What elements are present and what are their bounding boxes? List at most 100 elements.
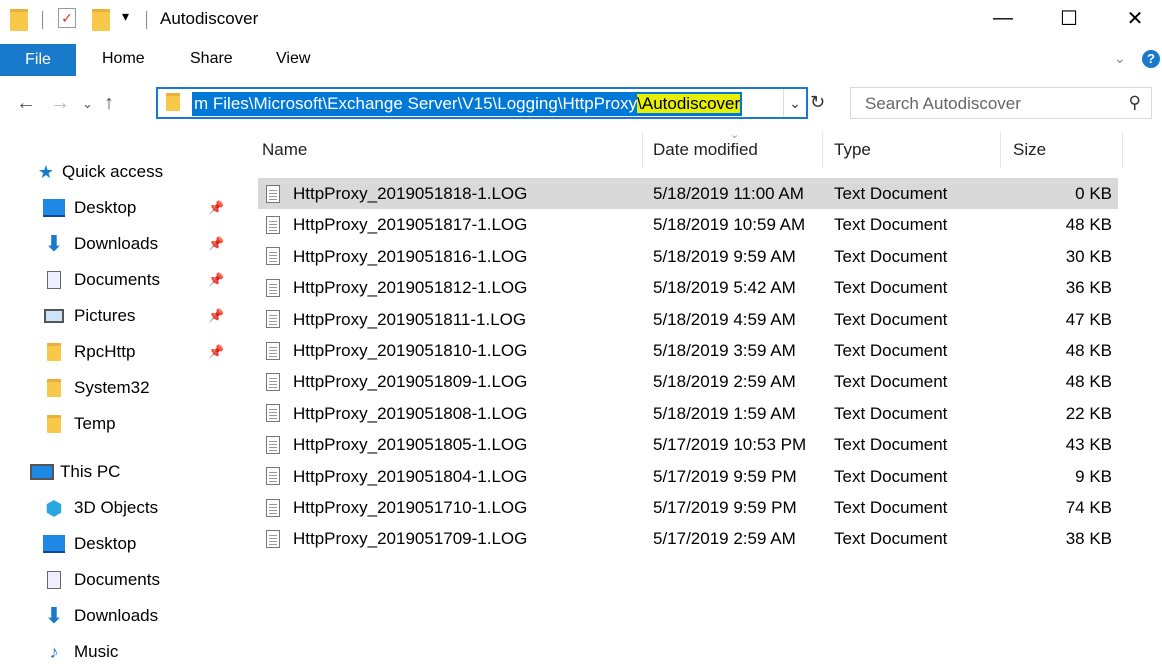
up-arrow-icon[interactable]: ↑ xyxy=(104,92,114,115)
recent-locations-icon[interactable]: ⌄ xyxy=(82,96,93,112)
back-arrow-icon[interactable]: ← xyxy=(16,92,36,115)
sidebar-item-3d-objects[interactable]: ⬢ 3D Objects xyxy=(42,491,158,525)
file-date: 5/18/2019 9:59 AM xyxy=(653,246,796,266)
sidebar-item-label: Desktop xyxy=(74,198,137,217)
address-dropdown-icon[interactable]: ⌄ xyxy=(783,89,806,117)
minimize-button[interactable]: — xyxy=(980,0,1026,36)
address-path[interactable]: m Files\Microsoft\Exchange Server\V15\Lo… xyxy=(192,92,743,116)
sidebar-this-pc[interactable]: This PC xyxy=(30,455,120,489)
sidebar-item-label: Quick access xyxy=(62,162,164,181)
pin-icon[interactable]: 📌 xyxy=(208,272,224,288)
file-type: Text Document xyxy=(834,309,948,329)
search-box[interactable]: Search Autodiscover ⚲ xyxy=(850,87,1152,119)
sidebar-item-label: Documents xyxy=(74,570,160,589)
column-header-type[interactable]: Type xyxy=(834,140,871,160)
text-file-icon xyxy=(266,309,280,329)
column-divider[interactable] xyxy=(822,132,823,168)
file-date: 5/17/2019 9:59 PM xyxy=(653,498,797,517)
sidebar-item-pictures[interactable]: Pictures xyxy=(42,299,135,333)
text-file-icon xyxy=(266,214,280,234)
tab-view[interactable]: View xyxy=(276,50,310,68)
close-button[interactable]: ✕ xyxy=(1112,0,1158,36)
properties-icon[interactable]: ✓ xyxy=(58,8,76,28)
address-bar[interactable]: m Files\Microsoft\Exchange Server\V15\Lo… xyxy=(156,87,808,119)
pin-icon[interactable]: 📌 xyxy=(208,236,224,252)
table-row[interactable]: HttpProxy_2019051810-1.LOG 5/18/2019 3:59… xyxy=(258,335,1118,366)
column-divider[interactable] xyxy=(1122,132,1123,168)
title-bar: ✓ ▾ Autodiscover — ☐ ✕ xyxy=(0,0,1162,40)
sidebar-item-label: Downloads xyxy=(74,606,159,625)
refresh-icon[interactable]: ↻ xyxy=(810,92,825,113)
column-divider[interactable] xyxy=(1000,132,1001,168)
file-date: 5/18/2019 10:59 AM xyxy=(653,215,806,235)
pictures-icon xyxy=(42,306,66,326)
file-tab[interactable]: File xyxy=(0,44,76,76)
search-input[interactable]: Search Autodiscover xyxy=(865,94,1021,114)
sidebar-item-documents-pc[interactable]: Documents xyxy=(42,563,160,597)
file-name: HttpProxy_2019051818-1.LOG xyxy=(293,184,528,203)
pin-icon[interactable]: 📌 xyxy=(208,200,224,216)
table-row[interactable]: HttpProxy_2019051808-1.LOG 5/18/2019 1:59… xyxy=(258,398,1118,429)
file-type: Text Document xyxy=(834,372,948,392)
music-icon: ♪ xyxy=(49,641,59,662)
pin-icon[interactable]: 📌 xyxy=(208,344,224,360)
maximize-button[interactable]: ☐ xyxy=(1046,0,1092,36)
sidebar-item-downloads-pc[interactable]: ⬇ Downloads xyxy=(42,599,158,633)
table-row[interactable]: HttpProxy_2019051804-1.LOG 5/17/2019 9:59… xyxy=(258,461,1118,492)
file-type: Text Document xyxy=(834,435,948,455)
text-file-icon xyxy=(266,371,280,391)
text-file-icon xyxy=(266,277,280,297)
table-row[interactable]: HttpProxy_2019051709-1.LOG 5/17/2019 2:59… xyxy=(258,523,1118,554)
column-header-name[interactable]: Name xyxy=(262,140,307,160)
file-size: 30 KB xyxy=(1065,246,1112,266)
file-date: 5/18/2019 4:59 AM xyxy=(653,309,796,329)
sidebar-item-label: Desktop xyxy=(74,534,137,553)
folder-icon xyxy=(10,9,28,31)
file-name: HttpProxy_2019051812-1.LOG xyxy=(293,278,528,298)
forward-arrow-icon[interactable]: → xyxy=(50,92,70,115)
sidebar-item-music[interactable]: ♪ Music xyxy=(42,635,119,669)
pin-icon[interactable]: 📌 xyxy=(208,308,224,324)
table-row[interactable]: HttpProxy_2019051818-1.LOG 5/18/2019 11:0… xyxy=(258,178,1118,209)
sidebar-item-label: Music xyxy=(74,642,119,661)
file-name: HttpProxy_2019051804-1.LOG xyxy=(293,466,528,486)
sidebar-item-temp[interactable]: Temp xyxy=(42,407,116,441)
file-name: HttpProxy_2019051808-1.LOG xyxy=(293,403,528,423)
table-row[interactable]: HttpProxy_2019051811-1.LOG 5/18/2019 4:59… xyxy=(258,304,1118,335)
table-row[interactable]: HttpProxy_2019051809-1.LOG 5/18/2019 2:59… xyxy=(258,366,1118,397)
expand-ribbon-icon[interactable]: ⌄ xyxy=(1114,50,1126,67)
file-type: Text Document xyxy=(834,278,948,298)
file-size: 22 KB xyxy=(1065,403,1112,423)
sidebar-item-desktop-pc[interactable]: Desktop xyxy=(42,527,136,561)
sidebar-item-downloads[interactable]: ⬇ Downloads xyxy=(42,227,158,261)
column-header-date[interactable]: Date modified xyxy=(653,140,758,160)
customize-toolbar-icon[interactable]: ▾ xyxy=(122,8,129,25)
folder-icon xyxy=(42,378,66,398)
table-row[interactable]: HttpProxy_2019051805-1.LOG 5/17/2019 10:5… xyxy=(258,429,1118,460)
help-icon[interactable]: ? xyxy=(1142,50,1160,68)
new-folder-icon[interactable] xyxy=(92,9,110,31)
sidebar-item-rpchttp[interactable]: RpcHttp xyxy=(42,335,135,369)
table-row[interactable]: HttpProxy_2019051812-1.LOG 5/18/2019 5:42… xyxy=(258,272,1118,303)
column-divider[interactable] xyxy=(642,132,643,168)
file-size: 9 KB xyxy=(1075,466,1112,486)
table-row[interactable]: HttpProxy_2019051710-1.LOG 5/17/2019 9:59… xyxy=(258,492,1118,523)
sidebar-item-label: Pictures xyxy=(74,306,136,325)
tab-share[interactable]: Share xyxy=(190,50,233,68)
search-icon[interactable]: ⚲ xyxy=(1129,93,1141,113)
sidebar-item-documents[interactable]: Documents xyxy=(42,263,160,297)
sidebar-item-system32[interactable]: System32 xyxy=(42,371,150,405)
sidebar-item-desktop[interactable]: Desktop xyxy=(42,191,136,225)
sidebar-item-label: This PC xyxy=(60,462,121,481)
file-date: 5/18/2019 1:59 AM xyxy=(653,403,796,423)
text-file-icon xyxy=(266,246,280,266)
sidebar-quick-access[interactable]: ★ Quick access xyxy=(36,155,163,189)
tab-home[interactable]: Home xyxy=(102,50,145,68)
file-date: 5/17/2019 2:59 AM xyxy=(653,529,796,549)
sidebar-item-label: RpcHttp xyxy=(74,342,136,361)
table-row[interactable]: HttpProxy_2019051817-1.LOG 5/18/2019 10:5… xyxy=(258,209,1118,240)
table-row[interactable]: HttpProxy_2019051816-1.LOG 5/18/2019 9:59… xyxy=(258,241,1118,272)
column-header-size[interactable]: Size xyxy=(1013,140,1046,160)
download-icon: ⬇ xyxy=(44,603,64,628)
sidebar-item-label: 3D Objects xyxy=(74,498,159,517)
